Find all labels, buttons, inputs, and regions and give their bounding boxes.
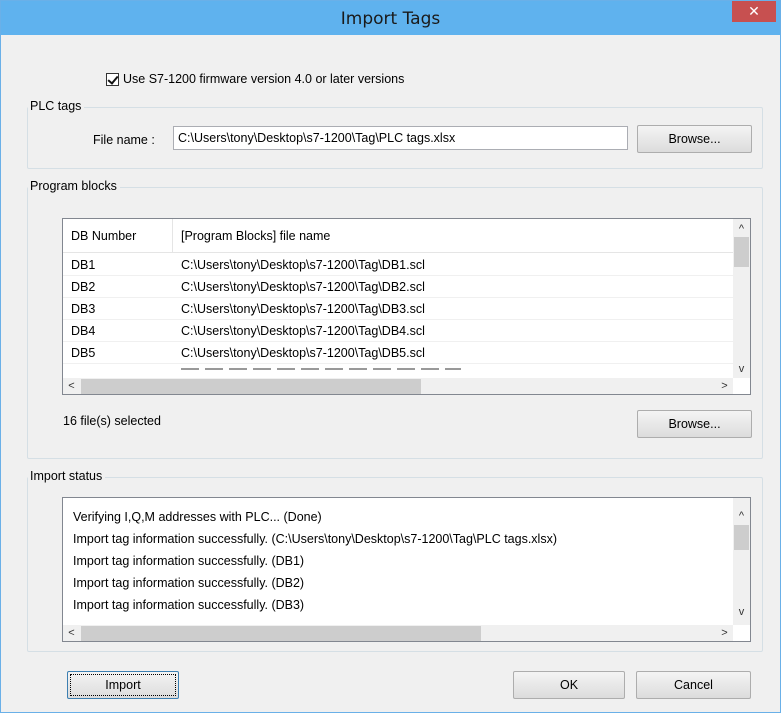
- scroll-up-icon[interactable]: ^: [733, 221, 750, 238]
- status-line: Verifying I,Q,M addresses with PLC... (D…: [73, 510, 322, 524]
- status-line: Import tag information successfully. (DB…: [73, 598, 305, 612]
- scroll-right-icon[interactable]: >: [716, 378, 733, 394]
- title-bar[interactable]: Import Tags ✕: [1, 1, 780, 35]
- table-row-partial: [63, 364, 733, 370]
- scroll-thumb[interactable]: [81, 626, 481, 641]
- program-blocks-browse-button[interactable]: Browse...: [637, 410, 752, 438]
- scroll-thumb[interactable]: [734, 525, 749, 550]
- column-header-file-name[interactable]: [Program Blocks] file name: [173, 219, 733, 253]
- files-selected-count: 16 file(s) selected: [63, 414, 161, 428]
- scroll-left-icon[interactable]: <: [63, 625, 80, 641]
- db-number-cell: DB2: [71, 280, 96, 294]
- program-blocks-header: DB Number [Program Blocks] file name: [63, 219, 733, 253]
- import-status-vertical-scrollbar[interactable]: ^ v: [733, 498, 750, 625]
- scroll-left-icon[interactable]: <: [63, 378, 80, 394]
- status-line: Import tag information successfully. (DB…: [73, 554, 305, 568]
- close-icon: ✕: [748, 3, 760, 19]
- scroll-down-icon[interactable]: v: [733, 361, 750, 378]
- file-name-cell: C:\Users\tony\Desktop\s7-1200\Tag\DB1.sc…: [181, 258, 425, 272]
- import-status-legend: Import status: [28, 469, 106, 483]
- table-row[interactable]: DB4 C:\Users\tony\Desktop\s7-1200\Tag\DB…: [63, 320, 733, 342]
- scroll-right-icon[interactable]: >: [716, 625, 733, 641]
- db-number-cell: DB4: [71, 324, 96, 338]
- import-status-horizontal-scrollbar[interactable]: < >: [63, 625, 733, 641]
- table-row[interactable]: DB1 C:\Users\tony\Desktop\s7-1200\Tag\DB…: [63, 254, 733, 276]
- file-name-cell: C:\Users\tony\Desktop\s7-1200\Tag\DB5.sc…: [181, 346, 425, 360]
- firmware-option[interactable]: Use S7-1200 firmware version 4.0 or late…: [106, 70, 404, 88]
- column-header-db-number[interactable]: DB Number: [63, 219, 173, 253]
- file-name-label: File name :: [93, 133, 155, 147]
- scroll-thumb[interactable]: [81, 379, 421, 394]
- import-status-log[interactable]: Verifying I,Q,M addresses with PLC... (D…: [62, 497, 751, 642]
- status-line: Import tag information successfully. (C:…: [73, 532, 557, 546]
- table-row[interactable]: DB2 C:\Users\tony\Desktop\s7-1200\Tag\DB…: [63, 276, 733, 298]
- close-button[interactable]: ✕: [732, 1, 776, 22]
- scroll-thumb[interactable]: [734, 237, 749, 267]
- cancel-button[interactable]: Cancel: [636, 671, 751, 699]
- plc-tags-browse-button[interactable]: Browse...: [637, 125, 752, 153]
- program-blocks-vertical-scrollbar[interactable]: ^ v: [733, 219, 750, 378]
- program-blocks-list[interactable]: DB Number [Program Blocks] file name DB1…: [62, 218, 751, 395]
- import-button[interactable]: Import: [67, 671, 179, 699]
- db-number-cell: DB3: [71, 302, 96, 316]
- file-name-cell: C:\Users\tony\Desktop\s7-1200\Tag\DB3.sc…: [181, 302, 425, 316]
- plc-tags-legend: PLC tags: [28, 99, 85, 113]
- dialog-body: Use S7-1200 firmware version 4.0 or late…: [10, 36, 772, 704]
- ok-button[interactable]: OK: [513, 671, 625, 699]
- scroll-up-icon[interactable]: ^: [733, 508, 750, 525]
- file-name-cell: C:\Users\tony\Desktop\s7-1200\Tag\DB4.sc…: [181, 324, 425, 338]
- dialog-title: Import Tags: [340, 9, 441, 29]
- import-tags-dialog: Import Tags ✕ Use S7-1200 firmware versi…: [0, 0, 781, 713]
- scroll-down-icon[interactable]: v: [733, 604, 750, 621]
- plc-tags-file-input[interactable]: C:\Users\tony\Desktop\s7-1200\Tag\PLC ta…: [173, 126, 628, 150]
- program-blocks-horizontal-scrollbar[interactable]: < >: [63, 378, 733, 394]
- file-name-cell: C:\Users\tony\Desktop\s7-1200\Tag\DB2.sc…: [181, 280, 425, 294]
- firmware-checkbox-label[interactable]: Use S7-1200 firmware version 4.0 or late…: [123, 72, 404, 86]
- status-line: Import tag information successfully. (DB…: [73, 576, 305, 590]
- table-row[interactable]: DB5 C:\Users\tony\Desktop\s7-1200\Tag\DB…: [63, 342, 733, 364]
- db-number-cell: DB1: [71, 258, 96, 272]
- firmware-checkbox[interactable]: [106, 72, 119, 86]
- program-blocks-legend: Program blocks: [28, 179, 120, 193]
- db-number-cell: DB5: [71, 346, 96, 360]
- table-row[interactable]: DB3 C:\Users\tony\Desktop\s7-1200\Tag\DB…: [63, 298, 733, 320]
